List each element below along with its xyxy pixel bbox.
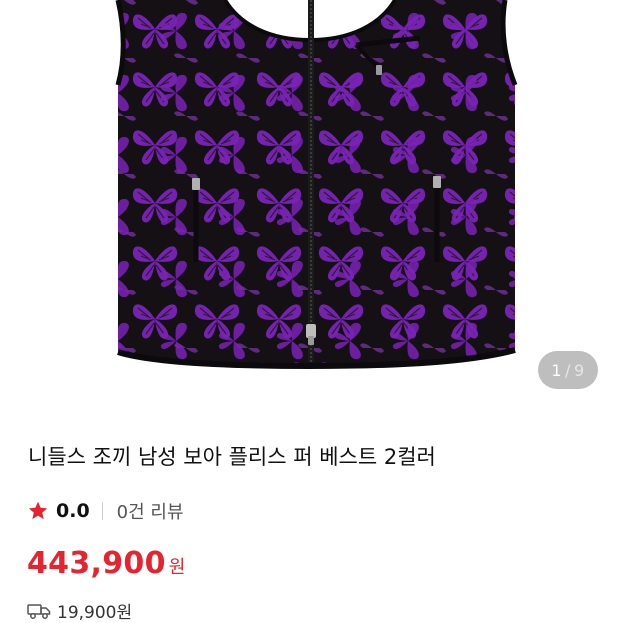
rating-summary[interactable]: 0.0 0건 리뷰 [27, 497, 184, 525]
review-count-link[interactable]: 0건 리뷰 [117, 498, 184, 524]
product-image-gallery[interactable]: 1 / 9 [0, 0, 620, 398]
image-counter: 1 / 9 [538, 351, 598, 389]
price-amount: 443,900 [27, 546, 166, 581]
rating-divider [101, 502, 103, 520]
star-icon [28, 501, 48, 520]
shipping-fee: 19,900원 [57, 603, 133, 623]
image-counter-total: 9 [573, 360, 585, 380]
product-image [115, 0, 518, 370]
shipping-info: 19,900원 [27, 598, 132, 623]
rating-score: 0.0 [56, 500, 90, 522]
delivery-truck-icon [27, 603, 51, 619]
product-price: 443,900 원 [27, 546, 185, 581]
image-counter-separator: / [565, 360, 571, 380]
price-unit: 원 [168, 557, 186, 578]
vest-graphic [115, 0, 518, 370]
image-counter-current: 1 [551, 360, 563, 380]
product-title: 니들스 조끼 남성 보아 플리스 퍼 베스트 2컬러 [28, 445, 436, 469]
